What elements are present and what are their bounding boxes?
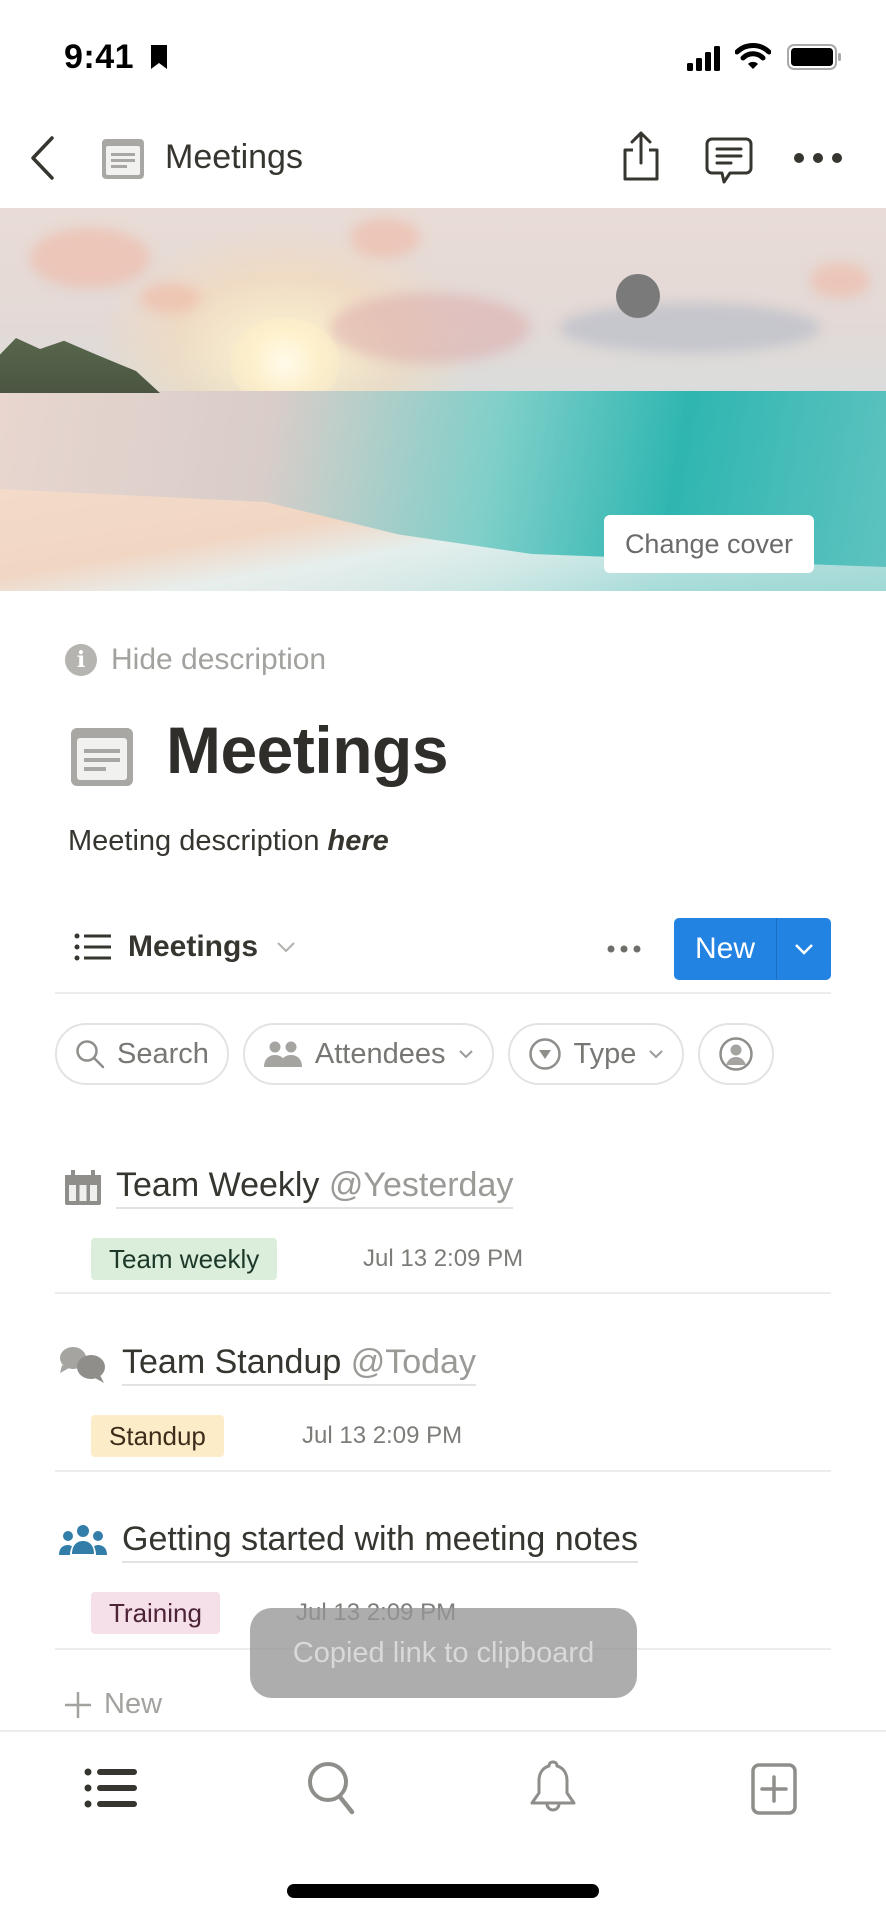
new-button[interactable]: New	[674, 918, 777, 980]
view-selector[interactable]: Meetings	[74, 930, 296, 964]
filter-bar: Search Attendees Type	[55, 1023, 831, 1087]
list-view-icon	[74, 933, 111, 961]
chevron-down-icon	[649, 1050, 664, 1059]
search-icon	[76, 1040, 105, 1069]
search-chip[interactable]: Search	[55, 1023, 229, 1085]
type-filter-chip[interactable]: Type	[507, 1023, 685, 1085]
plus-icon	[65, 1691, 91, 1718]
list-item[interactable]: Team Standup @Today	[58, 1343, 476, 1386]
page-description[interactable]: Meeting description here	[68, 825, 389, 858]
chevron-down-icon	[458, 1050, 473, 1059]
type-tag: Training	[91, 1592, 220, 1634]
row-title: Team Standup @Today	[122, 1343, 476, 1386]
row-date: Jul 13 2:09 PM	[302, 1422, 463, 1449]
tab-home-list-icon[interactable]	[84, 1767, 138, 1809]
view-name: Meetings	[128, 930, 259, 963]
type-chip-label: Type	[573, 1037, 637, 1070]
signal-icon	[687, 46, 720, 71]
list-item[interactable]: Getting started with meeting notes	[58, 1520, 638, 1563]
header-divider	[55, 992, 831, 994]
chat-bubbles-icon	[60, 1346, 105, 1383]
type-tag: Team weekly	[91, 1238, 278, 1280]
date-mention[interactable]: @Yesterday	[329, 1166, 513, 1204]
bookmark-icon	[151, 45, 167, 69]
database-more-button[interactable]	[607, 944, 641, 954]
row-title: Team Weekly @Yesterday	[116, 1166, 514, 1209]
add-new-label: New	[104, 1688, 163, 1720]
group-icon	[59, 1524, 107, 1555]
chevron-down-icon	[277, 942, 295, 953]
info-icon: i	[65, 644, 97, 676]
calendar-icon	[65, 1169, 101, 1205]
chevron-down-icon	[795, 944, 813, 955]
status-time: 9:41	[64, 38, 135, 76]
row-date: Jul 13 2:09 PM	[363, 1245, 524, 1272]
row-divider	[55, 1470, 831, 1472]
description-emphasis: here	[327, 825, 389, 857]
battery-icon	[787, 44, 841, 70]
back-button[interactable]	[28, 135, 56, 181]
hide-description-button[interactable]: i Hide description	[65, 643, 326, 677]
touch-indicator	[616, 274, 660, 318]
hide-description-label: Hide description	[111, 643, 327, 676]
date-mention[interactable]: @Today	[351, 1343, 476, 1381]
person-icon	[719, 1037, 754, 1071]
search-chip-label: Search	[117, 1037, 209, 1070]
new-button-group: New	[674, 918, 831, 980]
tab-notifications-bell-icon[interactable]	[528, 1759, 578, 1815]
toast-notification: Copied link to clipboard	[250, 1608, 637, 1698]
new-dropdown-button[interactable]	[777, 918, 831, 980]
page-title-icon[interactable]	[70, 727, 134, 787]
select-icon	[528, 1038, 561, 1070]
list-item[interactable]: Team Weekly @Yesterday	[64, 1166, 514, 1209]
person-filter-chip[interactable]	[698, 1023, 775, 1085]
people-icon	[263, 1041, 302, 1067]
change-cover-button[interactable]: Change cover	[604, 515, 814, 573]
type-tag: Standup	[91, 1415, 224, 1457]
page-icon	[102, 139, 144, 179]
tab-new-page-icon[interactable]	[751, 1763, 797, 1815]
nav-title: Meetings	[165, 138, 303, 176]
attendees-filter-chip[interactable]: Attendees	[242, 1023, 494, 1085]
comment-button[interactable]	[704, 136, 754, 186]
wifi-icon	[735, 43, 771, 69]
row-title: Getting started with meeting notes	[122, 1520, 638, 1563]
more-options-button[interactable]	[793, 150, 843, 166]
page-title[interactable]: Meetings	[166, 712, 449, 788]
add-new-row-button[interactable]: New	[64, 1688, 162, 1721]
attendees-chip-label: Attendees	[314, 1037, 446, 1070]
home-indicator[interactable]	[287, 1884, 599, 1898]
description-text: Meeting description	[68, 825, 328, 857]
row-divider	[55, 1292, 831, 1294]
share-button[interactable]	[620, 130, 662, 182]
tab-search-icon[interactable]	[307, 1761, 359, 1817]
